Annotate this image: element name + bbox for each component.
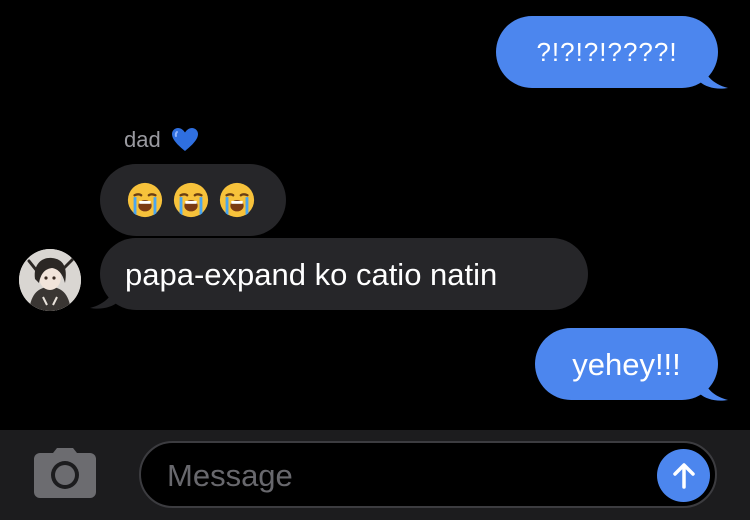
message-text: papa-expand ko catio natin (125, 256, 498, 292)
message-text: ?!?!?!????! (536, 37, 678, 67)
send-button[interactable] (657, 449, 710, 502)
blue-heart-icon (171, 128, 198, 151)
bubble-tail (700, 60, 728, 89)
message-placeholder: Message (167, 458, 293, 493)
message-input[interactable]: Message (139, 441, 717, 508)
incoming-message-bubble[interactable]: papa-expand ko catio natin (100, 238, 588, 310)
sender-name: dad (124, 127, 161, 152)
loudly-crying-face-icon (219, 182, 255, 218)
outgoing-message-bubble[interactable]: ?!?!?!????! (496, 16, 718, 88)
contact-avatar[interactable] (19, 249, 81, 311)
arrow-up-icon (672, 462, 695, 489)
message-text: yehey!!! (572, 346, 681, 382)
bubble-tail (90, 280, 118, 309)
loudly-crying-face-icon (173, 182, 209, 218)
loudly-crying-face-icon (127, 182, 163, 218)
avatar-image (19, 249, 81, 311)
outgoing-message-bubble[interactable]: yehey!!! (535, 328, 718, 400)
sender-name-row: dad (124, 127, 199, 153)
incoming-message-bubble[interactable] (100, 164, 286, 236)
camera-icon[interactable] (33, 447, 97, 499)
bubble-tail (700, 372, 728, 401)
message-thread[interactable]: ?!?!?!????! dad papa-expand ko catio nat… (0, 0, 750, 430)
